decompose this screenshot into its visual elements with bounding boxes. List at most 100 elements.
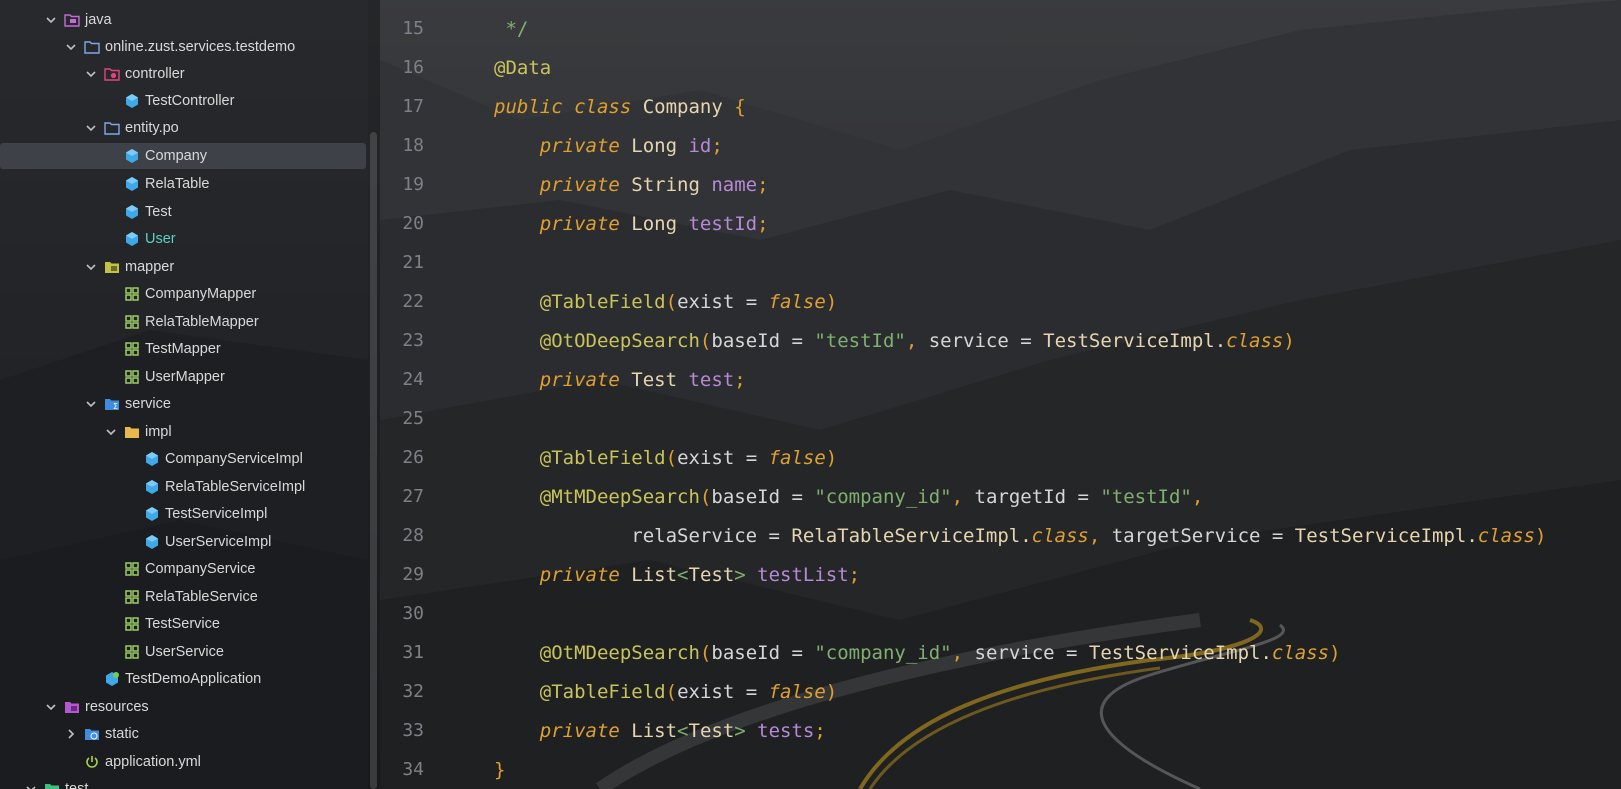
tree-item[interactable]: CompanyService xyxy=(0,556,366,582)
class-icon xyxy=(124,176,140,192)
chevron-down-icon[interactable] xyxy=(104,425,118,439)
code-token: ( xyxy=(665,446,678,469)
code-line[interactable]: 22 @TableField(exist = false) xyxy=(380,282,1621,321)
code-token: Company xyxy=(642,95,735,118)
code-token: test xyxy=(688,368,735,391)
code-line[interactable]: 33 private List<Test> tests; xyxy=(380,711,1621,750)
chevron-down-icon[interactable] xyxy=(24,782,38,789)
scrollbar-thumb[interactable] xyxy=(370,132,377,789)
code-line[interactable]: 15 */ xyxy=(380,9,1621,48)
tree-item[interactable]: TestController xyxy=(0,88,366,114)
code-line[interactable]: 16 @Data xyxy=(380,48,1621,87)
tree-item[interactable]: UserMapper xyxy=(0,364,366,390)
code-token: id xyxy=(688,134,712,157)
code-line[interactable]: 26 @TableField(exist = false) xyxy=(380,438,1621,477)
code-token: < xyxy=(677,563,689,586)
chevron-down-icon[interactable] xyxy=(84,121,98,135)
code-token: class xyxy=(1031,524,1089,547)
code-token: , xyxy=(951,641,975,664)
code-text: private Long testId; xyxy=(494,213,769,235)
tree-item-label: CompanyService xyxy=(145,561,256,577)
interface-icon xyxy=(124,561,140,577)
tree-item[interactable]: TestServiceImpl xyxy=(0,501,366,527)
tree-item[interactable]: online.zust.services.testdemo xyxy=(0,34,366,60)
code-line[interactable]: 30 xyxy=(380,594,1621,633)
tree-item[interactable]: TestService xyxy=(0,611,366,637)
code-text: private List<Test> testList; xyxy=(494,564,860,586)
tree-item[interactable]: User xyxy=(0,226,366,252)
code-line[interactable]: 17 public class Company { xyxy=(380,87,1621,126)
tree-item[interactable]: entity.po xyxy=(0,115,366,141)
project-tree-panel: java online.zust.services.testdemo control… xyxy=(0,0,368,789)
code-text: @TableField(exist = false) xyxy=(494,681,837,703)
tree-item[interactable]: UserServiceImpl xyxy=(0,529,366,555)
tree-item-label: resources xyxy=(85,699,149,715)
code-line[interactable]: 25 xyxy=(380,399,1621,438)
code-line[interactable]: 19 private String name; xyxy=(380,165,1621,204)
chevron-right-icon[interactable] xyxy=(64,727,78,741)
chevron-down-icon[interactable] xyxy=(44,13,58,27)
code-line[interactable]: 23 @OtODeepSearch(baseId = "testId", ser… xyxy=(380,321,1621,360)
code-line[interactable]: 21 xyxy=(380,243,1621,282)
line-number: 27 xyxy=(402,486,424,507)
line-number: 33 xyxy=(402,720,424,741)
line-number: 26 xyxy=(402,447,424,468)
code-token: @TableField xyxy=(539,446,666,469)
tree-item[interactable]: TestMapper xyxy=(0,336,366,362)
code-line[interactable]: 29 private List<Test> testList; xyxy=(380,555,1621,594)
tree-item[interactable]: Test xyxy=(0,199,366,225)
resources-folder-icon xyxy=(64,699,80,715)
code-line[interactable]: 27 @MtMDeepSearch(baseId = "company_id",… xyxy=(380,477,1621,516)
tree-item[interactable]: controller xyxy=(0,61,366,87)
code-token: exist = xyxy=(677,680,769,703)
code-line[interactable]: 24 private Test test; xyxy=(380,360,1621,399)
interface-icon xyxy=(124,341,140,357)
line-number: 22 xyxy=(402,291,424,312)
tree-item[interactable]: resources xyxy=(0,694,366,720)
tree-item[interactable]: impl xyxy=(0,419,366,445)
tree-item-label: CompanyMapper xyxy=(145,286,257,302)
code-line[interactable]: 20 private Long testId; xyxy=(380,204,1621,243)
tree-item[interactable]: RelaTableServiceImpl xyxy=(0,474,366,500)
chevron-down-icon[interactable] xyxy=(84,397,98,411)
chevron-down-icon[interactable] xyxy=(64,40,78,54)
tree-item[interactable]: test xyxy=(0,776,366,789)
project-tree-scrollbar[interactable] xyxy=(368,0,380,789)
tree-item[interactable]: Σservice xyxy=(0,391,366,417)
tree-item[interactable]: RelaTable xyxy=(0,171,366,197)
code-token: ; xyxy=(757,173,769,196)
code-line[interactable]: 32 @TableField(exist = false) xyxy=(380,672,1621,711)
tree-item[interactable]: TestDemoApplication xyxy=(0,666,366,692)
tree-item[interactable]: Company xyxy=(0,143,366,169)
line-number: 18 xyxy=(402,135,424,156)
chevron-down-icon[interactable] xyxy=(84,260,98,274)
chevron-down-icon[interactable] xyxy=(84,67,98,81)
svg-text:Σ: Σ xyxy=(113,402,118,411)
tree-item[interactable]: java xyxy=(0,7,366,33)
class-icon xyxy=(144,479,160,495)
chevron-down-icon[interactable] xyxy=(44,700,58,714)
code-editor[interactable]: 15 */16 @Data 17 public class Company {18 p… xyxy=(380,0,1621,789)
code-token: TestServiceImpl. xyxy=(1088,641,1272,664)
tree-item[interactable]: static xyxy=(0,721,366,747)
tree-item[interactable]: CompanyMapper xyxy=(0,281,366,307)
tree-item-label: controller xyxy=(125,66,185,82)
code-line[interactable]: 28 relaService = RelaTableServiceImpl.cl… xyxy=(380,516,1621,555)
tree-item[interactable]: CompanyServiceImpl xyxy=(0,446,366,472)
tree-item[interactable]: application.yml xyxy=(0,749,366,775)
code-line[interactable]: 34} xyxy=(380,750,1621,789)
tree-item[interactable]: mapper xyxy=(0,254,366,280)
code-line[interactable]: 18 private Long id; xyxy=(380,126,1621,165)
code-token: testId xyxy=(688,212,758,235)
tree-item[interactable]: RelaTableService xyxy=(0,584,366,610)
tree-item[interactable]: RelaTableMapper xyxy=(0,309,366,335)
test-folder-icon xyxy=(44,781,60,789)
code-token: class xyxy=(1271,641,1330,664)
tree-item-label: TestMapper xyxy=(145,341,221,357)
tree-item[interactable]: UserService xyxy=(0,639,366,665)
tree-item-label: java xyxy=(85,12,112,28)
code-token: testList xyxy=(757,563,849,586)
code-line[interactable]: 31 @OtMDeepSearch(baseId = "company_id",… xyxy=(380,633,1621,672)
